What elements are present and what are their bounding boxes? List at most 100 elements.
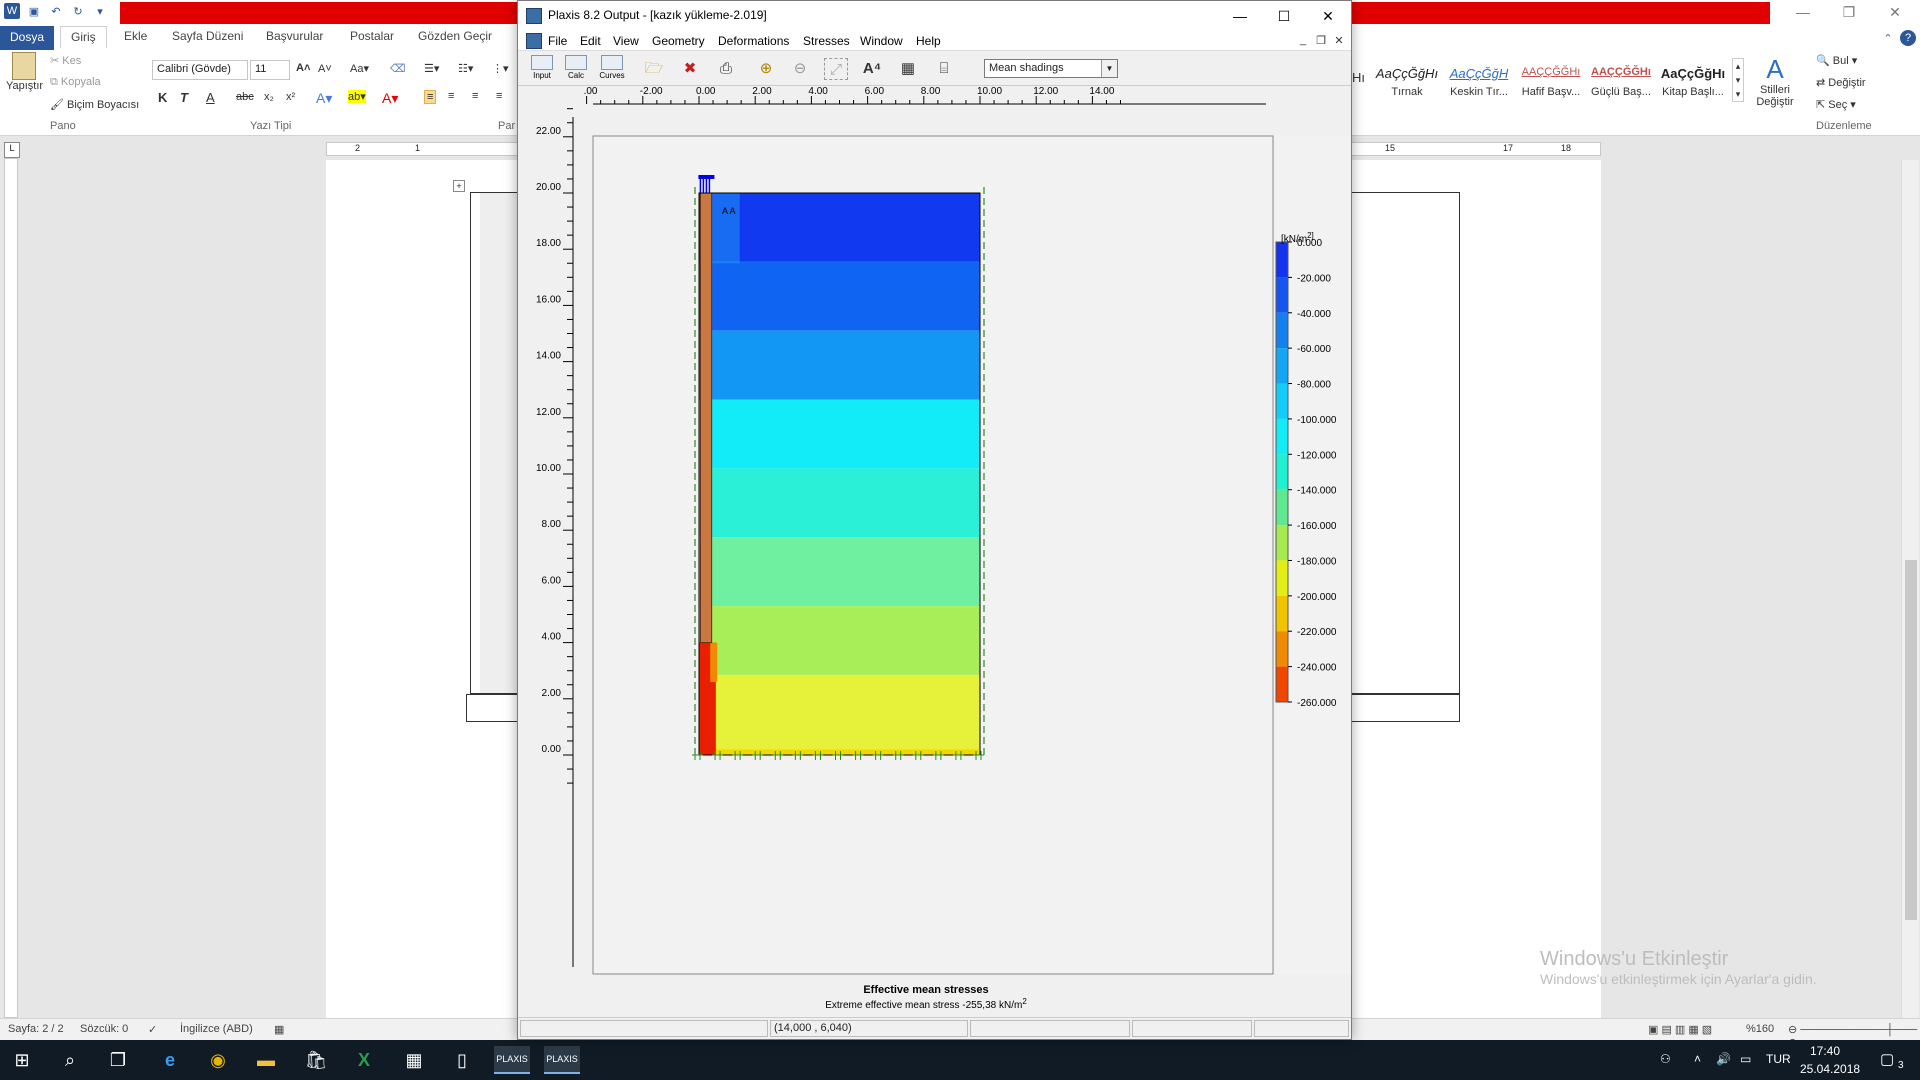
people-icon[interactable]: ⚇ — [1660, 1052, 1671, 1066]
subscript-button[interactable]: x₂ — [264, 91, 274, 103]
menu-file[interactable]: File — [548, 34, 567, 48]
task-view-icon[interactable]: ❐ — [100, 1046, 136, 1074]
mdi-restore-button[interactable]: ❐ — [1314, 34, 1328, 47]
align-center-button[interactable]: ≡ — [448, 90, 454, 102]
font-family-select[interactable]: Calibri (Gövde) — [152, 60, 248, 80]
tab-home[interactable]: Giriş — [60, 26, 107, 48]
bullets-button[interactable]: ☰▾ — [424, 62, 439, 75]
undo-icon[interactable]: ↶ — [48, 3, 64, 19]
vertical-ruler[interactable] — [4, 158, 18, 1018]
copy-button[interactable]: ⧉ Kopyala — [50, 76, 101, 89]
cut-button[interactable]: ✂ Kes — [50, 54, 81, 67]
menu-help[interactable]: Help — [916, 34, 941, 48]
reset-view-icon[interactable]: ⤢ — [824, 58, 848, 80]
menu-stresses[interactable]: Stresses — [803, 34, 850, 48]
clock-time[interactable]: 17:40 — [1810, 1044, 1840, 1058]
show-hidden-icons[interactable]: ˄ — [1694, 1052, 1701, 1066]
multilevel-list-button[interactable]: ⋮▾ — [492, 62, 509, 75]
bold-button[interactable]: K — [158, 90, 167, 105]
open-icon[interactable]: 🗁 — [642, 58, 666, 80]
calculator-icon[interactable]: ▦ — [396, 1046, 432, 1074]
label-icon[interactable]: A⁴ — [860, 58, 884, 80]
menu-edit[interactable]: Edit — [580, 34, 601, 48]
style-hafif-basvuru[interactable]: AAÇÇĞĞHı Hafif Başv... — [1518, 66, 1584, 98]
tab-mailings[interactable]: Postalar — [350, 29, 394, 43]
style-keskin-tirnak[interactable]: AaÇçĞğH Keskin Tır... — [1446, 66, 1512, 98]
network-icon[interactable]: ▭ — [1740, 1052, 1751, 1066]
change-styles-button[interactable]: A Stilleri Değiştir — [1752, 54, 1798, 108]
change-case-button[interactable]: Aa▾ — [350, 62, 369, 75]
calc-button[interactable]: Calc — [560, 55, 592, 83]
vertical-scrollbar[interactable] — [1901, 160, 1919, 1018]
text-effects-button[interactable]: A▾ — [316, 90, 332, 107]
start-icon[interactable]: ⊞ — [4, 1046, 40, 1074]
tab-page-layout[interactable]: Sayfa Düzeni — [172, 29, 243, 43]
redo-icon[interactable]: ↻ — [70, 3, 86, 19]
superscript-button[interactable]: x² — [286, 91, 295, 103]
scrollbar-thumb[interactable] — [1905, 560, 1917, 920]
tab-insert[interactable]: Ekle — [124, 29, 147, 43]
style-kitap-basligi[interactable]: AaÇçĞğHı Kitap Başlı... — [1660, 66, 1726, 98]
stress-plot-svg[interactable]: .00 -2.00 0.00 2.00 4.00 6.00 8.00 10.00 12.00 14… — [518, 86, 1351, 1017]
plaxis-input-icon[interactable]: PLAXIS — [494, 1046, 530, 1074]
format-painter-button[interactable]: 🖌 Biçim Boyacısı — [50, 98, 139, 111]
tab-references[interactable]: Başvurular — [266, 29, 323, 43]
plot-area[interactable]: .00 -2.00 0.00 2.00 4.00 6.00 8.00 10.00 12.00 14… — [518, 86, 1351, 1017]
language-indicator[interactable]: İngilizce (ABD) — [180, 1023, 253, 1035]
tab-file[interactable]: Dosya — [0, 26, 54, 50]
underline-button[interactable]: A — [206, 90, 215, 105]
table-move-handle[interactable]: + — [453, 180, 465, 192]
mdi-close-button[interactable]: ✕ — [1332, 34, 1346, 47]
search-icon[interactable]: ⌕ — [52, 1046, 88, 1074]
mdi-minimize-button[interactable]: _ — [1296, 34, 1310, 46]
styles-scroll-button[interactable]: ▴ ▾ ▾ — [1732, 58, 1744, 102]
input-language[interactable]: TUR — [1766, 1052, 1791, 1066]
replace-button[interactable]: ⇄ Değiştir — [1816, 76, 1866, 89]
plaxis-output-icon[interactable]: PLAXIS — [544, 1046, 580, 1074]
menu-window[interactable]: Window — [860, 34, 903, 48]
chrome-icon[interactable]: ◉ — [200, 1046, 236, 1074]
view-buttons[interactable]: ▣ ▤ ▥ ▦ ▧ — [1648, 1023, 1712, 1036]
menu-geometry[interactable]: Geometry — [652, 34, 705, 48]
zoom-out-icon[interactable]: ⊖ — [788, 58, 812, 80]
style-tirnak[interactable]: AaÇçĞğHı Tırnak — [1374, 66, 1440, 98]
word-close-button[interactable]: ✕ — [1880, 4, 1910, 21]
close-project-icon[interactable]: ✖ — [678, 58, 702, 80]
print-icon[interactable]: ⎙ — [714, 58, 738, 80]
input-button[interactable]: Input — [526, 55, 558, 83]
collapse-ribbon-icon[interactable]: ⌃ — [1880, 30, 1896, 46]
clear-formatting-button[interactable]: ⌫ — [390, 62, 406, 75]
customize-qat-icon[interactable]: ▾ — [92, 3, 108, 19]
plaxis-minimize-button[interactable]: — — [1220, 5, 1260, 27]
notepad-icon[interactable]: ▯ — [444, 1046, 480, 1074]
excel-icon[interactable]: X — [346, 1046, 382, 1074]
menu-view[interactable]: View — [613, 34, 639, 48]
italic-button[interactable]: T — [180, 90, 188, 105]
volume-icon[interactable]: 🔊 — [1716, 1052, 1731, 1066]
find-button[interactable]: 🔍 Bul ▾ — [1816, 54, 1857, 67]
align-left-button[interactable]: ≡ — [424, 90, 437, 104]
save-icon[interactable]: ▣ — [26, 3, 42, 19]
zoom-level[interactable]: %160 — [1746, 1023, 1774, 1035]
macro-icon[interactable]: ▦ — [274, 1023, 284, 1036]
align-right-button[interactable]: ≡ — [472, 90, 478, 102]
table-icon[interactable]: ▦ — [896, 58, 920, 80]
style-partial[interactable]: Hı — [1352, 70, 1365, 85]
zoom-in-icon[interactable]: ⊕ — [754, 58, 778, 80]
notification-icon[interactable]: ▢ — [1880, 1050, 1894, 1068]
page-count[interactable]: Sayfa: 2 / 2 — [8, 1023, 64, 1035]
tab-review[interactable]: Gözden Geçir — [418, 29, 492, 43]
justify-button[interactable]: ≡ — [496, 90, 502, 102]
word-count[interactable]: Sözcük: 0 — [80, 1023, 128, 1035]
display-mode-select[interactable]: Mean shadings ▼ — [984, 59, 1118, 78]
clock-date[interactable]: 25.04.2018 — [1800, 1062, 1860, 1076]
menu-deformations[interactable]: Deformations — [718, 34, 789, 48]
font-color-button[interactable]: A▾ — [382, 90, 398, 107]
plaxis-close-button[interactable]: ✕ — [1308, 5, 1348, 27]
word-minimize-button[interactable]: — — [1788, 4, 1818, 20]
word-restore-button[interactable]: ❐ — [1834, 4, 1864, 21]
strikethrough-button[interactable]: abc — [236, 91, 254, 103]
file-explorer-icon[interactable]: ▬ — [248, 1046, 284, 1074]
shrink-font-button[interactable]: A˅ — [318, 63, 332, 75]
select-button[interactable]: ⇱ Seç ▾ — [1816, 98, 1856, 111]
